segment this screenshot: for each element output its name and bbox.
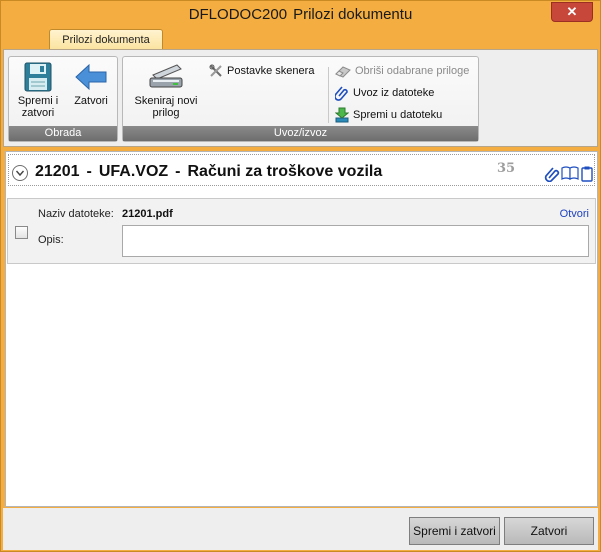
- document-title: 21201- UFA.VOZ - Računi za troškove vozila: [35, 163, 383, 180]
- close-ribbon-button[interactable]: Zatvori: [67, 61, 115, 107]
- save-close-ribbon-button[interactable]: Spremi i zatvori: [13, 61, 63, 119]
- paperclip-icon: [335, 86, 348, 101]
- document-header: 21201- UFA.VOZ - Računi za troškove vozila …: [8, 154, 595, 186]
- document-name: Računi za troškove vozila: [187, 163, 383, 180]
- group-label-obrada: Obrada: [9, 126, 117, 141]
- scan-new-attachment-button[interactable]: Skeniraj novi prilog: [127, 61, 205, 119]
- book-icon[interactable]: [561, 166, 579, 180]
- save-close-label-line1: Spremi i: [17, 95, 59, 107]
- dialog-footer: Spremi i zatvori Zatvori: [3, 508, 598, 550]
- download-icon: [335, 107, 349, 123]
- paperclip-icon[interactable]: [544, 166, 560, 182]
- scan-label-line1: Skeniraj novi: [134, 95, 198, 107]
- window-title-text: Prilozi dokumentu: [293, 6, 413, 23]
- save-close-button[interactable]: Spremi i zatvori: [409, 517, 500, 545]
- chevron-down-icon: [15, 170, 25, 177]
- document-number: 21201: [35, 163, 80, 180]
- scanner-settings-button[interactable]: Postavke skenera: [209, 63, 314, 81]
- window-title: DFLODOC200 Prilozi dokumentu: [1, 6, 600, 23]
- attachment-count: 35: [497, 161, 516, 176]
- scanner-icon: [149, 64, 183, 88]
- expand-toggle[interactable]: [12, 165, 28, 181]
- ribbon-separator: [328, 67, 329, 123]
- clipboard-icon[interactable]: [581, 166, 593, 182]
- tools-icon: [209, 64, 222, 77]
- delete-selected-button[interactable]: Obriši odabrane priloge: [335, 63, 469, 81]
- description-label: Opis:: [38, 234, 64, 246]
- floppy-disk-icon: [24, 62, 52, 92]
- close-ribbon-label: Zatvori: [74, 95, 108, 107]
- attachment-item: Naziv datoteke: 21201.pdf Otvori Opis:: [7, 198, 596, 264]
- import-label: Uvoz iz datoteke: [353, 87, 435, 99]
- attachments-panel: 21201- UFA.VOZ - Računi za troškove vozila …: [5, 151, 598, 507]
- application-window: DFLODOC200 Prilozi dokumentu ✕ Prilozi do…: [0, 0, 601, 552]
- file-name-label: Naziv datoteke:: [38, 208, 114, 220]
- import-from-file-button[interactable]: Uvoz iz datoteke: [335, 85, 434, 103]
- arrow-left-icon: [75, 63, 107, 91]
- attachment-select-checkbox[interactable]: [15, 226, 28, 239]
- scanner-settings-label: Postavke skenera: [227, 65, 315, 77]
- description-input[interactable]: [122, 225, 589, 257]
- document-code: UFA.VOZ: [98, 163, 169, 180]
- delete-selected-label: Obriši odabrane priloge: [355, 65, 470, 77]
- window-app-code: DFLODOC200: [188, 6, 288, 23]
- save-to-file-label: Spremi u datoteku: [353, 109, 443, 121]
- ribbon: Spremi i zatvori Zatvori Obrada Skeniraj…: [3, 49, 598, 147]
- save-close-label-line2: zatvori: [21, 107, 55, 119]
- window-close-button[interactable]: ✕: [551, 2, 593, 22]
- tab-prilozi-dokumenta[interactable]: Prilozi dokumenta: [49, 29, 163, 50]
- save-to-file-button[interactable]: Spremi u datoteku: [335, 107, 442, 125]
- close-button[interactable]: Zatvori: [504, 517, 594, 545]
- open-attachment-link[interactable]: Otvori: [560, 208, 589, 220]
- ribbon-tab-row: Prilozi dokumenta: [2, 27, 599, 50]
- ribbon-group-uvoz-izvoz: Skeniraj novi prilog Postavke skenera Ob…: [122, 56, 479, 142]
- file-name-value: 21201.pdf: [122, 208, 173, 220]
- scan-label-line2: prilog: [152, 107, 180, 119]
- eraser-icon: [335, 66, 351, 78]
- ribbon-group-obrada: Spremi i zatvori Zatvori Obrada: [8, 56, 118, 142]
- group-label-uvoz-izvoz: Uvoz/izvoz: [123, 126, 478, 141]
